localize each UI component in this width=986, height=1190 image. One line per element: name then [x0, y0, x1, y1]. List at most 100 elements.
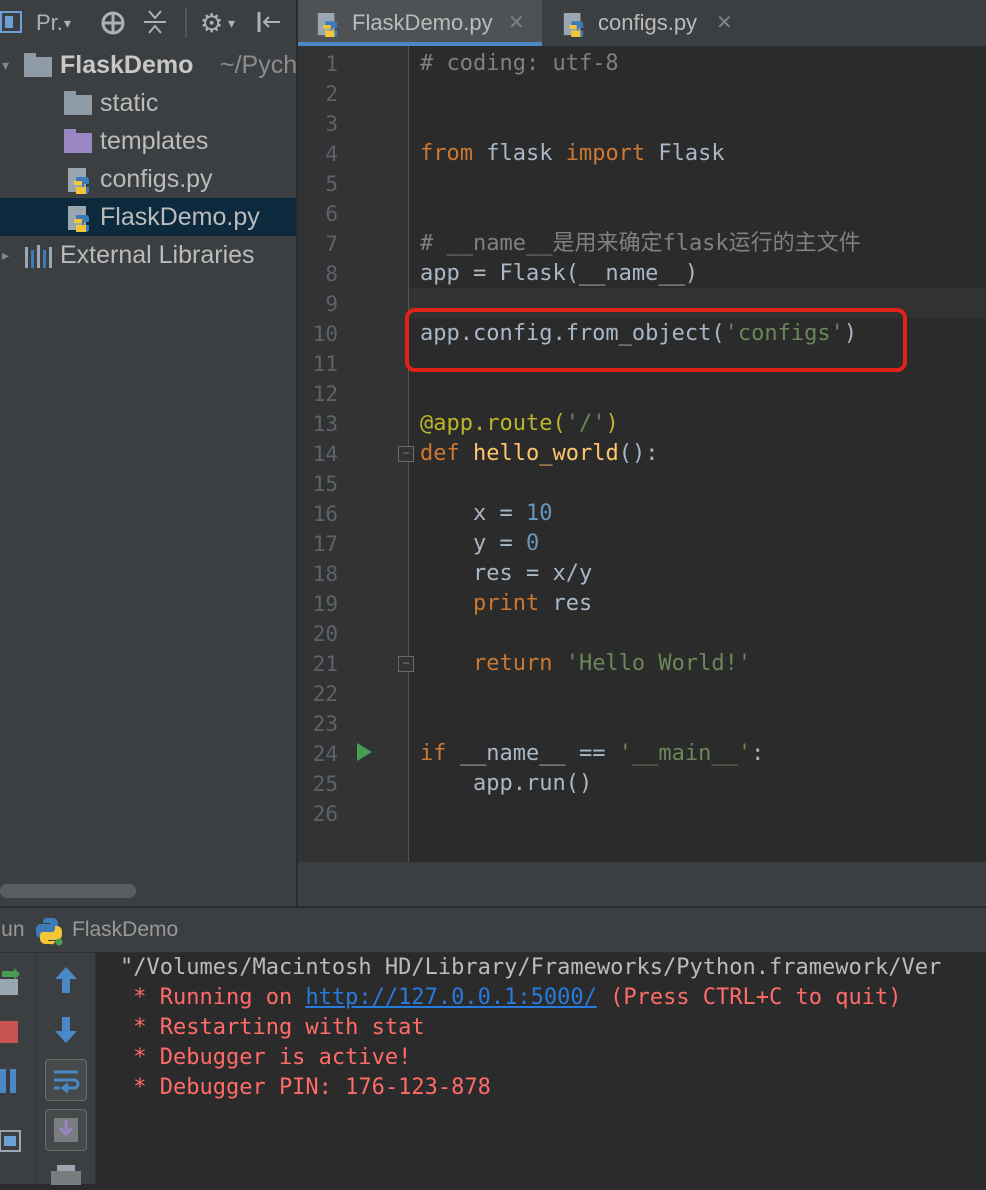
template-folder-icon — [64, 129, 92, 153]
code-line-25: app.run() — [420, 769, 592, 799]
project-view-icon[interactable] — [0, 8, 24, 38]
fold-marker-icon[interactable]: − — [398, 446, 414, 462]
keyword-token: return — [420, 651, 553, 676]
run-panel-header: Run FlaskDemo — [0, 908, 986, 953]
code-line-18: res = x/y — [420, 559, 592, 589]
rerun-icon[interactable] — [0, 967, 22, 1002]
run-gutter-icon[interactable] — [357, 743, 372, 761]
run-config-name: FlaskDemo — [72, 918, 179, 941]
tree-item-configs-py[interactable]: configs.py — [0, 160, 296, 198]
tab-flaskdemo-py[interactable]: FlaskDemo.py ✕ — [298, 0, 542, 46]
line-number: 19 — [312, 592, 338, 616]
scroll-to-end-icon[interactable] — [45, 1109, 87, 1151]
line-number: 7 — [325, 232, 338, 256]
tree-item-external-libraries[interactable]: ▸ External Libraries — [0, 236, 296, 274]
restore-layout-icon[interactable] — [0, 1129, 22, 1160]
line-number: 12 — [312, 382, 338, 406]
code-token: app = Flask(__name__) — [420, 261, 699, 286]
code-token: __name__ == — [446, 741, 619, 766]
console-line: * Debugger is active! — [120, 1045, 412, 1070]
server-url-link[interactable]: http://127.0.0.1:5000/ — [305, 985, 596, 1010]
string-token: '/' — [565, 411, 606, 436]
line-number: 25 — [312, 772, 338, 796]
tree-item-label: FlaskDemo — [60, 51, 194, 79]
tree-item-flaskdemo-root[interactable]: ▾ FlaskDemo ~/Pych — [0, 46, 296, 84]
console-text: (Press CTRL+C to quit) — [596, 985, 902, 1010]
console-line: * Running on http://127.0.0.1:5000/ (Pre… — [120, 983, 901, 1013]
tree-item-label: static — [100, 89, 159, 117]
decorator-token: @app.route( — [420, 411, 566, 436]
project-view-selector[interactable]: Pr. — [36, 8, 63, 38]
python-file-icon — [66, 205, 92, 233]
horizontal-scrollbar[interactable] — [0, 884, 136, 898]
python-file-icon — [66, 167, 92, 195]
expand-arrow-icon[interactable]: ▾ — [2, 46, 9, 84]
fold-marker-icon[interactable]: − — [398, 656, 414, 672]
code-line-14: def hello_world(): — [420, 439, 658, 469]
folder-icon — [64, 91, 92, 115]
close-tab-icon[interactable]: ✕ — [508, 0, 525, 46]
keyword-token: import — [565, 141, 646, 166]
run-panel-title: Run — [0, 918, 25, 941]
print-icon[interactable] — [51, 1165, 81, 1190]
dropdown-icon[interactable]: ▾ — [64, 8, 71, 38]
keyword-token: print — [420, 591, 540, 616]
keyword-token: def — [420, 441, 460, 466]
line-number: 24 — [312, 742, 338, 766]
console-line: * Restarting with stat — [120, 1015, 425, 1040]
code-token: : — [751, 741, 765, 766]
function-name-token: hello_world — [459, 441, 619, 466]
line-number: 3 — [325, 112, 338, 136]
tree-item-flaskdemo-py[interactable]: FlaskDemo.py — [0, 198, 296, 236]
line-number: 11 — [312, 352, 338, 376]
folder-icon — [24, 53, 52, 77]
collapse-icon[interactable] — [142, 8, 168, 38]
keyword-token: from — [420, 141, 473, 166]
close-tab-icon[interactable]: ✕ — [716, 0, 733, 46]
console-line: "/Volumes/Macintosh HD/Library/Framework… — [120, 955, 942, 980]
line-number: 4 — [325, 142, 338, 166]
line-number: 20 — [312, 622, 338, 646]
gear-icon[interactable]: ⚙ — [200, 8, 223, 38]
line-number: 22 — [312, 682, 338, 706]
line-number: 9 — [325, 292, 338, 316]
code-token: res = x/y — [420, 561, 593, 586]
line-number: 8 — [325, 262, 338, 286]
code-token: app.run() — [420, 771, 593, 796]
tree-item-templates[interactable]: templates — [0, 122, 296, 160]
library-icon — [24, 243, 52, 274]
project-toolbar: Pr. ▾ ⚙ ▾ — [0, 0, 296, 46]
console-line: * Debugger PIN: 176-123-878 — [120, 1075, 491, 1100]
line-number: 1 — [325, 52, 338, 76]
string-token: 'Hello World!' — [552, 651, 752, 676]
soft-wrap-icon[interactable] — [45, 1059, 87, 1101]
pause-icon[interactable] — [0, 1069, 18, 1098]
code-line-19: print res — [420, 589, 592, 619]
line-number: 5 — [325, 172, 338, 196]
target-icon[interactable] — [100, 8, 126, 38]
tab-configs-py[interactable]: configs.py ✕ — [544, 0, 746, 46]
line-number: 16 — [312, 502, 338, 526]
gear-dropdown-icon[interactable]: ▾ — [228, 8, 235, 38]
scroll-down-icon[interactable] — [53, 1015, 79, 1050]
line-number: 13 — [312, 412, 338, 436]
code-token: (): — [618, 441, 659, 466]
code-line-21: return 'Hello World!' — [420, 649, 751, 679]
tree-item-path-hint: ~/Pych — [220, 51, 296, 79]
tree-item-static[interactable]: static — [0, 84, 296, 122]
highlight-annotation-box — [405, 308, 907, 372]
code-token: x = — [420, 501, 526, 526]
code-line-1: # coding: utf-8 — [420, 49, 619, 79]
code-token: res — [539, 591, 593, 616]
stop-icon[interactable] — [0, 1021, 18, 1043]
code-line-17: y = 0 — [420, 529, 539, 559]
python-run-config-icon — [34, 916, 64, 951]
hide-panel-icon[interactable] — [256, 8, 282, 38]
line-number: 15 — [312, 472, 338, 496]
code-line-13: @app.route('/') — [420, 409, 619, 439]
string-token: '__main__' — [618, 741, 752, 766]
code-line-24: if __name__ == '__main__': — [420, 739, 764, 769]
scroll-up-icon[interactable] — [53, 965, 79, 1000]
expand-arrow-icon[interactable]: ▸ — [2, 236, 9, 274]
line-number: 23 — [312, 712, 338, 736]
